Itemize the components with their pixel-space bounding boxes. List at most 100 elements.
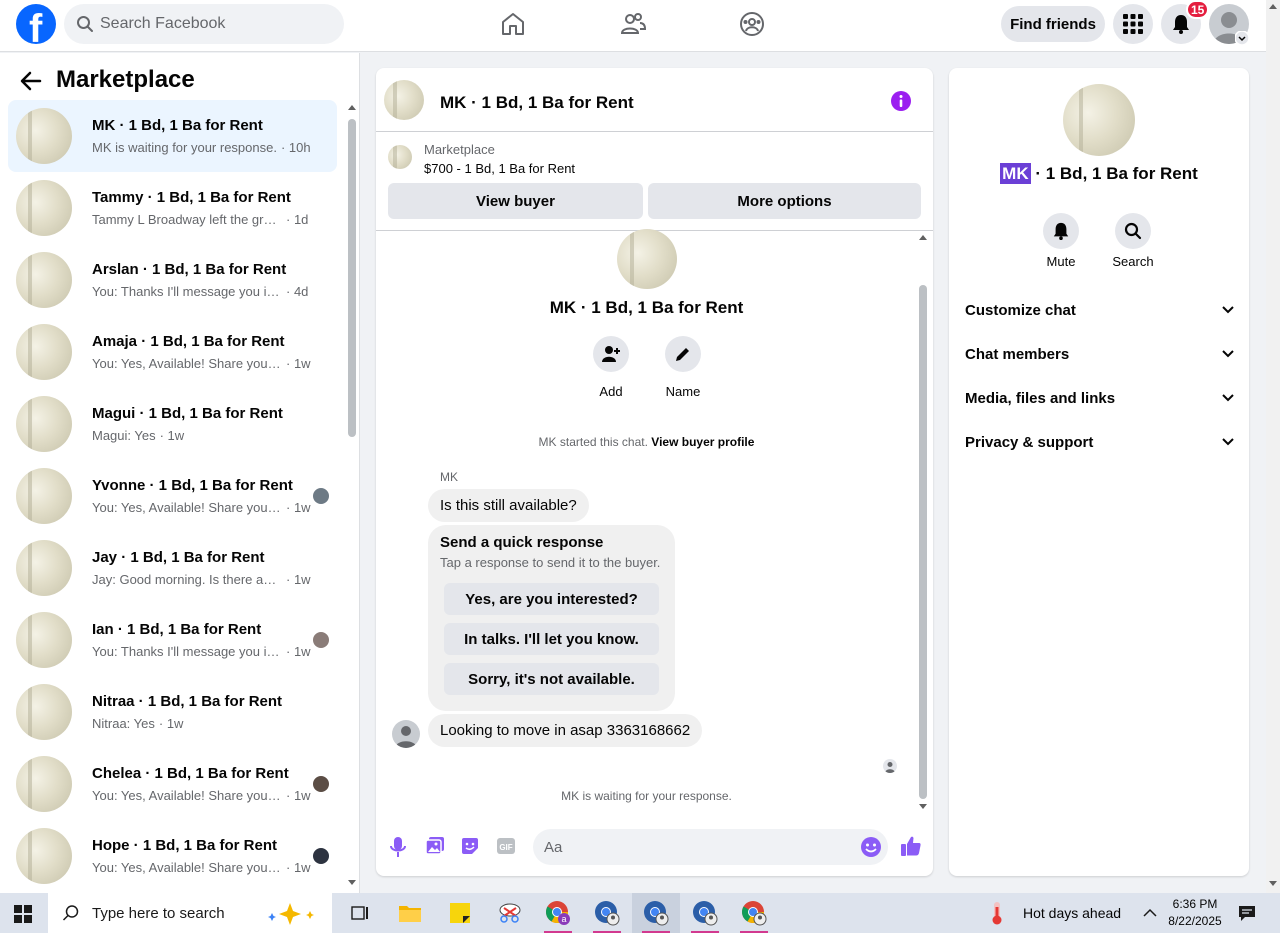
weather-widget[interactable]: Hot days ahead xyxy=(990,893,1121,933)
notification-center-icon[interactable] xyxy=(1238,905,1256,922)
search-input[interactable] xyxy=(100,15,330,33)
emoji-icon[interactable] xyxy=(860,836,882,858)
media-files-links-section[interactable]: Media, files and links xyxy=(965,378,1235,418)
conversation-item[interactable]: Amaja · 1 Bd, 1 Ba for Rent You: Yes, Ava… xyxy=(8,316,337,388)
conversation-item[interactable]: Chelea · 1 Bd, 1 Ba for Rent You: Yes, Av… xyxy=(8,748,337,820)
search-box[interactable] xyxy=(64,4,344,44)
conversation-name: MK · 1 Bd, 1 Ba for Rent xyxy=(92,117,263,134)
profile-avatar[interactable] xyxy=(617,229,677,289)
participant-mini-avatar xyxy=(313,632,329,648)
photo-gallery-icon[interactable] xyxy=(425,836,445,856)
conversation-name: Chelea · 1 Bd, 1 Ba for Rent xyxy=(92,765,289,782)
add-label: Add xyxy=(599,384,623,399)
sticker-icon[interactable] xyxy=(460,836,480,856)
message-bubble[interactable]: Looking to move in asap 3363168662 xyxy=(428,714,703,747)
quick-response-subtitle: Tap a response to send it to the buyer. xyxy=(440,555,661,570)
conversation-time: · 1w xyxy=(286,572,311,587)
listing-thumbnail[interactable] xyxy=(388,145,412,169)
add-person-icon xyxy=(602,346,620,362)
edit-name-button[interactable]: Name xyxy=(653,336,713,399)
conversation-preview: Nitraa: Yes xyxy=(92,716,155,731)
conversation-name: Tammy · 1 Bd, 1 Ba for Rent xyxy=(92,189,291,206)
conversation-item[interactable]: Arslan · 1 Bd, 1 Ba for Rent You: Thanks … xyxy=(8,244,337,316)
windows-start-icon[interactable] xyxy=(14,905,32,923)
chevron-down-icon xyxy=(1222,350,1234,358)
listing-price-title[interactable]: $700 - 1 Bd, 1 Ba for Rent xyxy=(424,161,575,176)
conversation-preview: You: Thanks I'll message you in ... xyxy=(92,644,282,659)
conversation-item[interactable]: Yvonne · 1 Bd, 1 Ba for Rent You: Yes, Av… xyxy=(8,460,337,532)
chat-members-section[interactable]: Chat members xyxy=(965,334,1235,374)
sender-avatar[interactable] xyxy=(392,720,420,748)
snipping-tool-icon[interactable] xyxy=(486,893,534,933)
quick-response-button[interactable]: In talks. I'll let you know. xyxy=(444,623,659,655)
customize-chat-section[interactable]: Customize chat xyxy=(965,290,1235,330)
page-scrollbar[interactable] xyxy=(1266,0,1280,893)
participant-mini-avatar xyxy=(313,488,329,504)
conversation-item[interactable]: Nitraa · 1 Bd, 1 Ba for Rent Nitraa: Yes ·… xyxy=(8,676,337,748)
menu-grid-icon[interactable] xyxy=(1113,4,1153,44)
facebook-logo[interactable]: f xyxy=(16,4,56,44)
details-avatar[interactable] xyxy=(1063,84,1135,156)
add-people-button[interactable]: Add xyxy=(581,336,641,399)
chat-avatar[interactable] xyxy=(384,80,424,120)
chrome-profile-3-icon[interactable] xyxy=(730,893,778,933)
gif-icon[interactable]: GIF xyxy=(496,836,516,856)
chrome-profile-active-icon[interactable] xyxy=(632,893,680,933)
search-in-chat-button[interactable]: Search xyxy=(1103,213,1163,269)
find-friends-button[interactable]: Find friends xyxy=(1001,6,1105,42)
chrome-profile-2-icon[interactable] xyxy=(681,893,729,933)
search-icon xyxy=(62,905,79,921)
message-input[interactable] xyxy=(544,838,844,856)
thread-profile-name: MK · 1 Bd, 1 Ba for Rent xyxy=(549,298,744,317)
conversation-item[interactable]: Hope · 1 Bd, 1 Ba for Rent You: Yes, Avai… xyxy=(8,820,337,892)
home-icon[interactable] xyxy=(495,8,531,40)
message-bubble[interactable]: Is this still available? xyxy=(428,489,589,522)
groups-icon[interactable] xyxy=(734,8,770,40)
info-icon[interactable] xyxy=(890,90,912,112)
scroll-up-arrow[interactable] xyxy=(348,105,356,110)
thumbs-up-icon[interactable] xyxy=(900,835,922,857)
chat-scroll-up-arrow[interactable] xyxy=(919,235,927,240)
sticky-notes-icon[interactable] xyxy=(436,893,484,933)
chat-scrollbar[interactable] xyxy=(919,285,927,799)
taskbar-search-input[interactable] xyxy=(92,904,262,922)
view-buyer-button[interactable]: View buyer xyxy=(388,183,643,219)
conversation-list-scrollbar[interactable] xyxy=(348,119,356,437)
quick-response-title: Send a quick response xyxy=(440,534,604,551)
conversation-item[interactable]: Jay · 1 Bd, 1 Ba for Rent Jay: Good morni… xyxy=(8,532,337,604)
conversation-preview: Magui: Yes xyxy=(92,428,156,443)
highlighted-name: MK xyxy=(1000,163,1031,184)
conversation-item[interactable]: MK · 1 Bd, 1 Ba for Rent MK is waiting fo… xyxy=(8,100,337,172)
privacy-support-section[interactable]: Privacy & support xyxy=(965,422,1235,462)
message-input-box[interactable] xyxy=(533,829,888,865)
chrome-profile-icon[interactable] xyxy=(583,893,631,933)
friends-icon[interactable] xyxy=(615,8,651,40)
conversation-item[interactable]: Magui · 1 Bd, 1 Ba for Rent Magui: Yes · 1… xyxy=(8,388,337,460)
taskbar-search-box[interactable] xyxy=(48,893,332,933)
conversation-item[interactable]: Ian · 1 Bd, 1 Ba for Rent You: Thanks I'l… xyxy=(8,604,337,676)
back-arrow-icon[interactable] xyxy=(20,70,42,92)
more-options-button[interactable]: More options xyxy=(648,183,921,219)
chat-scroll-down-arrow[interactable] xyxy=(919,804,927,809)
view-buyer-profile-link[interactable]: View buyer profile xyxy=(651,435,754,449)
scroll-down-arrow[interactable] xyxy=(348,880,356,885)
chevron-down-icon xyxy=(1222,394,1234,402)
conversation-item[interactable]: Tammy · 1 Bd, 1 Ba for Rent Tammy L Broad… xyxy=(8,172,337,244)
chevron-up-icon[interactable] xyxy=(1143,908,1157,918)
microphone-icon[interactable] xyxy=(390,836,406,858)
conversation-thumbnail xyxy=(16,396,72,452)
participant-mini-avatar xyxy=(313,848,329,864)
account-chevron-down-icon[interactable] xyxy=(1235,31,1249,45)
mute-button[interactable]: Mute xyxy=(1031,213,1091,269)
task-view-icon[interactable] xyxy=(336,893,384,933)
conversation-preview: You: Thanks I'll message you in a m... xyxy=(92,284,282,299)
chat-title[interactable]: MK · 1 Bd, 1 Ba for Rent xyxy=(440,93,634,113)
chrome-profile-a-icon[interactable]: a xyxy=(534,893,582,933)
quick-response-button[interactable]: Yes, are you interested? xyxy=(444,583,659,615)
taskbar-clock[interactable]: 6:36 PM 8/22/2025 xyxy=(1160,896,1230,930)
conversation-thumbnail xyxy=(16,684,72,740)
quick-response-button[interactable]: Sorry, it's not available. xyxy=(444,663,659,695)
file-explorer-icon[interactable] xyxy=(386,893,434,933)
chat-header: MK · 1 Bd, 1 Ba for Rent xyxy=(376,68,933,132)
conversation-time: · 1w xyxy=(286,788,311,803)
